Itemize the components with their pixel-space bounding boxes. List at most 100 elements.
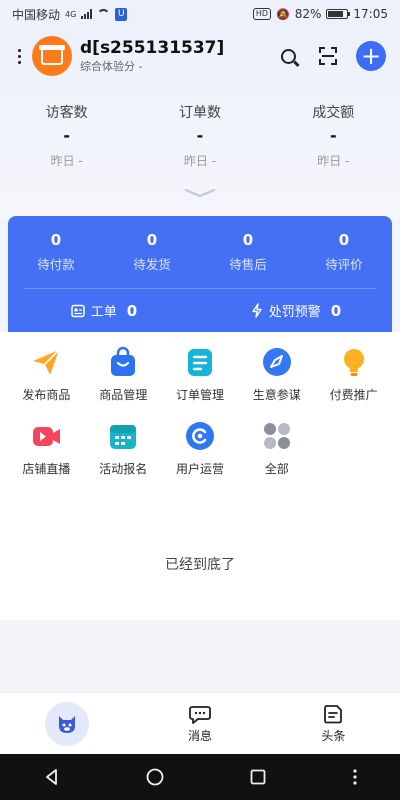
tools-panel: 发布商品 商品管理 订单管理 生意参谋 付费推广 店铺直播 活动报名 用户运营 … <box>0 332 400 620</box>
video-camera-icon <box>33 427 61 446</box>
hd-label: HD <box>252 8 272 20</box>
headlines-icon <box>324 704 343 723</box>
tool-label: 订单管理 <box>175 388 224 402</box>
stat-yesterday: 昨日 - <box>50 154 83 168</box>
scan-button[interactable] <box>316 44 340 68</box>
tool-product-management[interactable]: 商品管理 <box>85 346 162 420</box>
compass-icon <box>262 348 291 376</box>
stat-revenue[interactable]: 成交额 - 昨日 - <box>267 100 400 190</box>
shop-header: d[s255131537] 综合体验分 - + <box>0 30 400 82</box>
calendar-icon <box>110 425 137 449</box>
order-pending-payment[interactable]: 0 待付款 <box>8 230 104 288</box>
tool-all[interactable]: 全部 <box>238 420 315 494</box>
tool-label: 全部 <box>264 462 289 476</box>
user-ops-icon <box>185 422 214 450</box>
ticket-count: 0 <box>126 301 138 320</box>
ticket-label: 工单 <box>90 305 117 320</box>
mute-bell-icon: 🔕 <box>276 7 290 21</box>
store-icon <box>39 45 65 65</box>
bottom-nav: 消息 头条 <box>0 692 400 754</box>
system-navigation-bar <box>0 754 400 800</box>
tool-order-management[interactable]: 订单管理 <box>162 346 239 420</box>
order-label: 待评价 <box>325 257 363 272</box>
daily-stats: 访客数 - 昨日 - 订单数 - 昨日 - 成交额 - 昨日 - <box>0 100 400 190</box>
tool-label: 店铺直播 <box>22 462 71 476</box>
stat-value: - <box>63 126 70 145</box>
penalty-label: 处罚预警 <box>268 305 321 320</box>
nav-headlines[interactable]: 头条 <box>267 693 400 754</box>
ticket-link[interactable]: 工单 0 <box>8 301 200 320</box>
shopping-bag-icon <box>111 346 136 376</box>
plus-icon: + <box>360 42 382 70</box>
tool-event-signup[interactable]: 活动报名 <box>85 420 162 494</box>
home-tab-bubble <box>44 701 89 746</box>
lightning-icon <box>252 303 262 318</box>
stat-value: - <box>196 126 204 145</box>
wifi-icon <box>97 9 111 19</box>
shop-name: d[s255131537] <box>80 38 225 58</box>
nav-messages[interactable]: 消息 <box>133 693 266 754</box>
chat-bubble-icon <box>189 705 211 724</box>
order-count: 0 <box>242 231 254 249</box>
scan-icon <box>319 47 337 65</box>
clock: 17:05 <box>353 7 388 21</box>
tool-paid-promotion[interactable]: 付费推广 <box>315 346 392 420</box>
tool-publish-product[interactable]: 发布商品 <box>8 346 85 420</box>
nav-home[interactable] <box>0 693 133 754</box>
app-notification-icon: U <box>115 7 128 21</box>
more-menu-icon[interactable] <box>12 48 26 64</box>
tool-label: 付费推广 <box>329 388 378 402</box>
stat-yesterday: 昨日 - <box>317 154 350 168</box>
signal-icon <box>81 9 93 19</box>
paper-plane-icon <box>33 349 60 375</box>
nav-label: 头条 <box>321 728 346 743</box>
tool-live-stream[interactable]: 店铺直播 <box>8 420 85 494</box>
order-after-sale[interactable]: 0 待售后 <box>200 230 296 288</box>
stat-visitors[interactable]: 访客数 - 昨日 - <box>0 100 133 190</box>
order-count: 0 <box>146 231 158 249</box>
search-icon <box>280 48 296 64</box>
lightbulb-icon <box>343 349 364 376</box>
add-button[interactable]: + <box>356 41 386 71</box>
order-label: 待发货 <box>133 257 171 272</box>
order-status-card: 0 待付款 0 待发货 0 待售后 0 待评价 工单 0 处罚预警 0 <box>8 216 392 332</box>
recents-icon[interactable] <box>249 768 267 786</box>
chevron-down-icon[interactable] <box>184 188 216 198</box>
shop-avatar[interactable] <box>32 36 72 76</box>
nav-label: 消息 <box>187 728 212 743</box>
order-pending-shipment[interactable]: 0 待发货 <box>104 230 200 288</box>
home-circle-icon[interactable] <box>146 768 164 786</box>
tools-grid: 发布商品 商品管理 订单管理 生意参谋 付费推广 店铺直播 活动报名 用户运营 … <box>8 346 392 494</box>
stat-label: 订单数 <box>178 105 221 121</box>
document-icon <box>187 349 212 376</box>
tool-business-advisor[interactable]: 生意参谋 <box>238 346 315 420</box>
network-type: 4G <box>65 9 77 19</box>
order-label: 待售后 <box>229 257 267 272</box>
experience-score: 综合体验分 - <box>80 60 143 73</box>
all-apps-icon <box>263 423 290 449</box>
carrier-name: 中国移动 <box>12 7 61 22</box>
tool-label: 生意参谋 <box>252 388 301 402</box>
tool-label: 活动报名 <box>99 462 148 476</box>
ticket-icon <box>71 304 85 317</box>
stat-orders[interactable]: 订单数 - 昨日 - <box>133 100 266 190</box>
more-vertical-icon[interactable] <box>352 768 358 786</box>
penalty-warning-link[interactable]: 处罚预警 0 <box>200 301 392 320</box>
order-pending-review[interactable]: 0 待评价 <box>296 230 392 288</box>
stat-value: - <box>330 126 337 145</box>
shop-info[interactable]: d[s255131537] 综合体验分 - <box>80 37 276 75</box>
battery-icon <box>326 9 351 19</box>
order-label: 待付款 <box>37 257 75 272</box>
mascot-home-icon <box>58 715 75 733</box>
tool-label: 用户运营 <box>175 462 224 476</box>
battery-percent: 82% <box>294 7 322 21</box>
back-icon[interactable] <box>43 768 61 786</box>
tool-user-operations[interactable]: 用户运营 <box>162 420 239 494</box>
status-bar: 中国移动 4G U HD 🔕 82% 17:05 <box>0 0 400 28</box>
order-count: 0 <box>50 231 62 249</box>
tool-label: 发布商品 <box>22 388 71 402</box>
stat-label: 访客数 <box>45 105 88 121</box>
stat-label: 成交额 <box>312 105 355 121</box>
search-button[interactable] <box>276 44 300 68</box>
penalty-count: 0 <box>330 301 342 320</box>
